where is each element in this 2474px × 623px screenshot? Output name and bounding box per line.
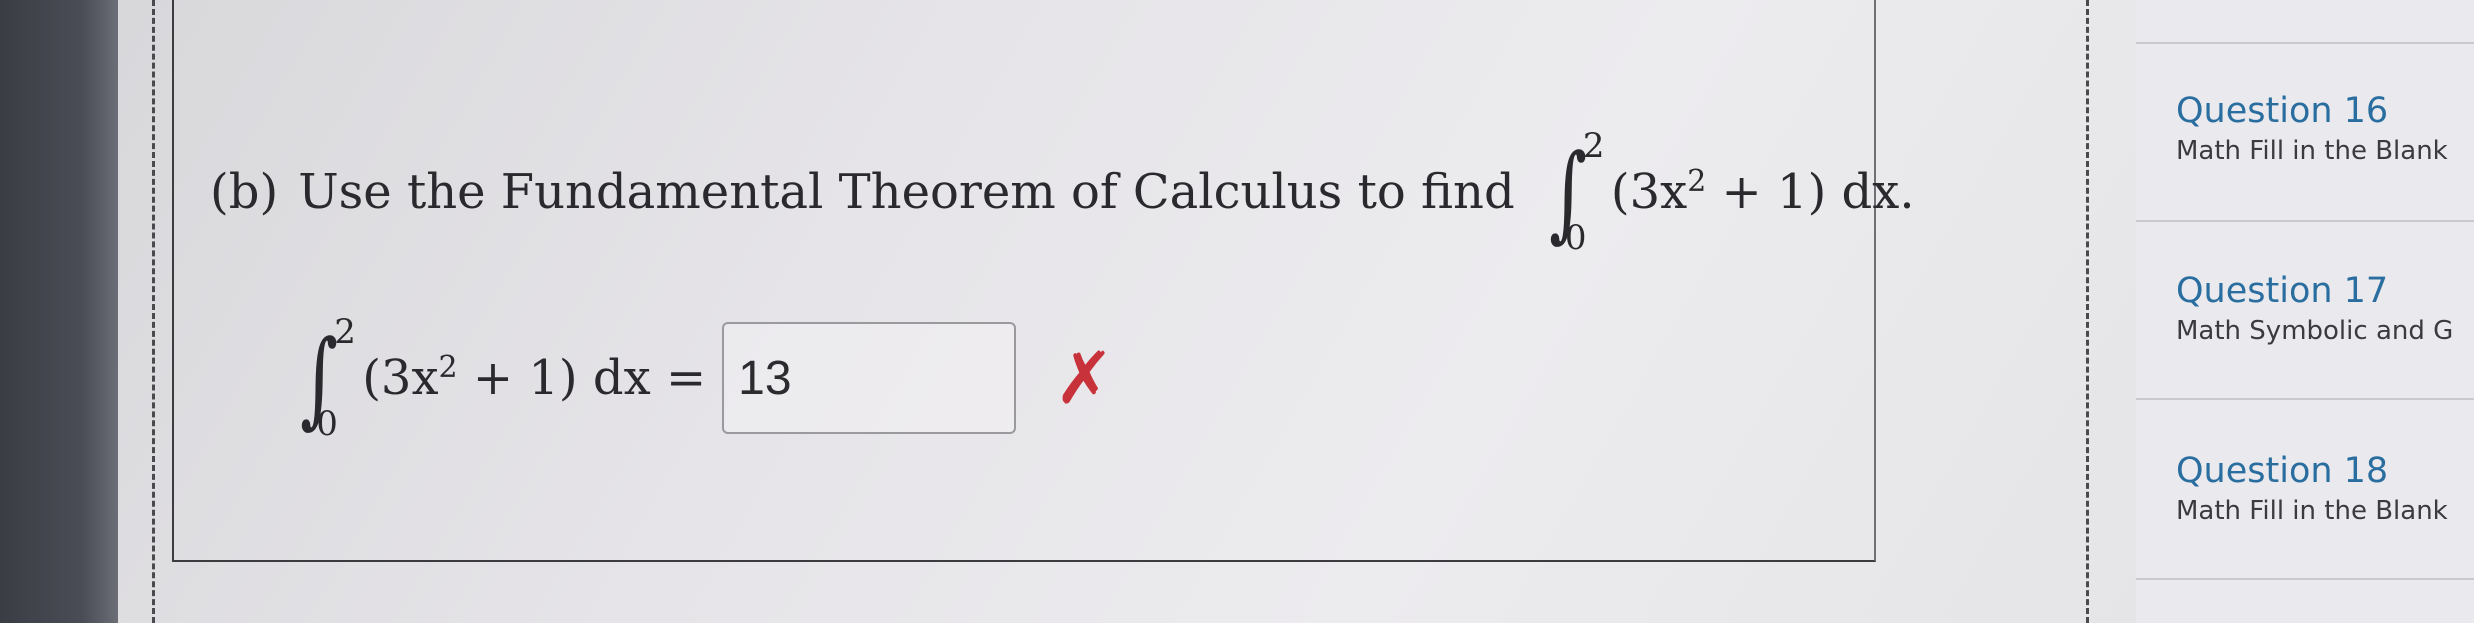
question-title: Question 18 <box>2176 451 2389 491</box>
integral-limits: 2 0 <box>316 312 362 444</box>
integrand: (3x2 + 1) dx. <box>1611 164 1915 220</box>
answer-input[interactable]: 13 <box>722 322 1017 434</box>
question-title: Question 17 <box>2176 271 2389 311</box>
integrand-prefix: (3x <box>1610 164 1688 220</box>
prompt-text: Use the Fundamental Theorem of Calculus … <box>298 164 1515 220</box>
question-panel <box>172 0 1876 562</box>
sidebar-divider <box>2136 578 2474 580</box>
answer-row: ∫ 2 0 (3x2 + 1) dx = 13 ✗ <box>292 312 1115 444</box>
question-sidebar: Question 16 Math Fill in the Blank Quest… <box>2136 0 2474 623</box>
lower-limit: 0 <box>1564 218 1587 258</box>
sidebar-item-question-18[interactable]: Question 18 Math Fill in the Blank <box>2136 448 2474 528</box>
question-type: Math Fill in the Blank <box>2176 136 2448 166</box>
sidebar-divider <box>2136 220 2474 222</box>
question-type: Math Fill in the Blank <box>2176 496 2448 526</box>
sidebar-divider <box>2136 42 2474 44</box>
prompt-integral: ∫ 2 0 (3x2 + 1) dx. <box>1541 126 1915 258</box>
screen-bezel <box>0 0 118 623</box>
upper-limit: 2 <box>1582 126 1605 166</box>
integrand-exponent: 2 <box>438 350 458 385</box>
part-label: (b) <box>210 164 279 220</box>
sidebar-divider <box>2136 398 2474 400</box>
incorrect-x-icon: ✗ <box>1054 336 1115 420</box>
left-dashed-border <box>152 0 155 623</box>
answer-value: 13 <box>738 351 792 405</box>
lower-limit: 0 <box>316 404 338 444</box>
sidebar-item-question-17[interactable]: Question 17 Math Symbolic and G <box>2136 268 2474 348</box>
answer-integral: ∫ 2 0 (3x2 + 1) dx = <box>292 312 706 444</box>
question-prompt: (b) Use the Fundamental Theorem of Calcu… <box>210 126 1915 258</box>
upper-limit: 2 <box>334 312 356 352</box>
integrand-suffix: + 1) dx = <box>457 350 707 406</box>
integrand-suffix: + 1) dx. <box>1706 164 1915 220</box>
question-type: Math Symbolic and G <box>2176 316 2454 346</box>
integrand-prefix: (3x <box>362 350 439 406</box>
question-title: Question 16 <box>2176 91 2389 131</box>
right-dashed-border <box>2086 0 2089 623</box>
integrand: (3x2 + 1) dx = <box>362 350 706 406</box>
integral-limits: 2 0 <box>1565 126 1611 258</box>
sidebar-item-question-16[interactable]: Question 16 Math Fill in the Blank <box>2136 88 2474 168</box>
integrand-exponent: 2 <box>1687 164 1707 199</box>
